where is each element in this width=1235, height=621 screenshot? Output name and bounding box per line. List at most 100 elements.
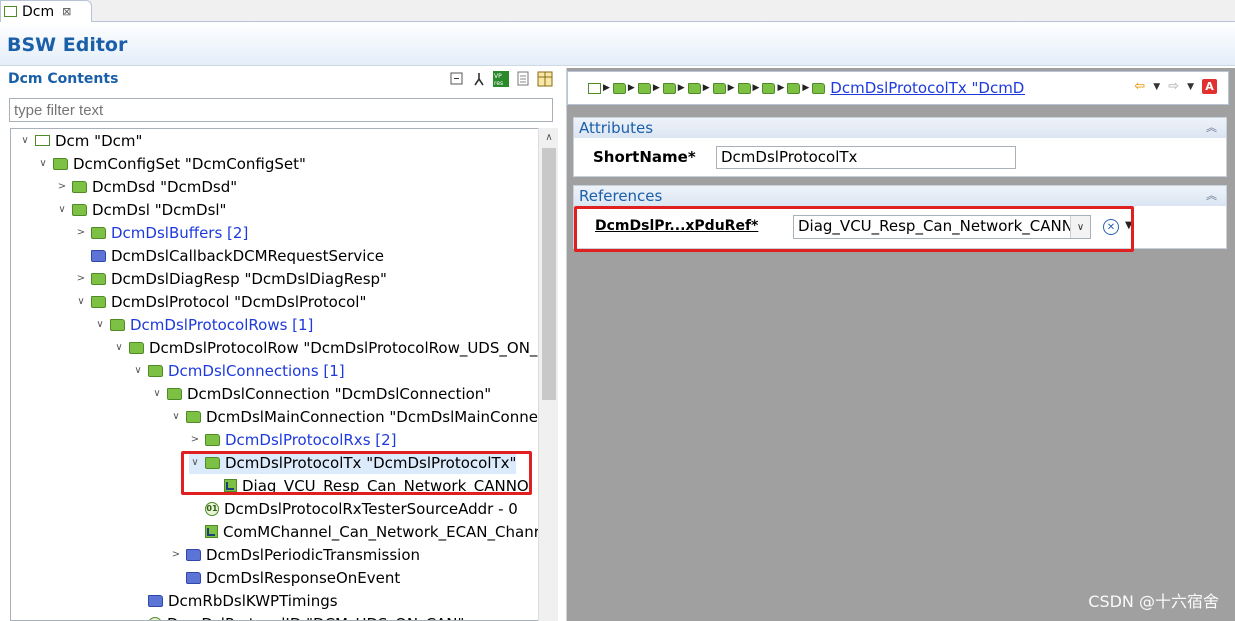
document-icon[interactable] [515,71,531,87]
folder-blue-icon [186,571,201,584]
folder-icon [186,410,201,423]
tree-item[interactable]: > DcmDslPeriodicTransmission [170,543,420,566]
parameter-icon: 01 [205,501,219,516]
tree-item[interactable]: ∨ DcmDsl "DcmDsl" [56,198,226,221]
vp-res-icon[interactable]: VP res [493,71,509,87]
chevron-down-icon[interactable]: ∨ [132,365,144,376]
tree-item-label: DcmDslProtocolID "DCM_UDS_ON_CAN" [167,615,464,621]
tree-item[interactable]: ∨ DcmDslProtocolRows [1] [94,313,313,336]
tree-item[interactable]: ComMChannel_Can_Network_ECAN_Chanr [189,520,540,543]
tree-item[interactable]: DcmRbDslKWPTimings [132,589,338,612]
chevron-down-icon[interactable]: ∨ [75,296,87,307]
attributes-header[interactable]: Attributes ︽ [574,118,1226,138]
tree-item-label: DcmDslResponseOnEvent [206,568,401,587]
chevron-down-icon[interactable]: ∨ [56,204,68,215]
tab-dcm[interactable]: Dcm ⊠ [0,0,92,22]
editor-panel: ▶ ▶ ▶ ▶ ▶ ▶ ▶ ▶ ▶ DcmDslProtocolTx "DcmD… [566,68,1235,621]
breadcrumb-item[interactable]: ▶ [612,82,638,94]
close-icon[interactable]: ⊠ [62,5,71,18]
forward-arrow-icon[interactable]: ⇨ [1168,79,1179,94]
folder-icon [712,82,726,94]
editor-title: BSW Editor [7,34,128,56]
tree-item-label: DcmDslCallbackDCMRequestService [111,246,384,265]
breadcrumb-item[interactable]: ▶ [637,82,663,94]
back-arrow-icon[interactable]: ⇦ [1134,79,1145,94]
chevron-down-icon[interactable]: ∨ [151,388,163,399]
scroll-up-icon[interactable]: ∧ [539,128,559,146]
chevron-right-icon[interactable]: > [75,227,87,238]
references-header[interactable]: References ︽ [574,186,1226,206]
tree-item[interactable]: 01 DcmDslProtocolRxTesterSourceAddr - 0 [189,497,518,520]
chevron-down-icon[interactable]: ∨ [170,411,182,422]
collapse-all-icon[interactable] [449,71,465,87]
tree-item[interactable]: > DcmDslDiagResp "DcmDslDiagResp" [75,267,387,290]
tree-item[interactable]: DcmDslCallbackDCMRequestService [75,244,384,267]
chevron-down-icon[interactable]: ∨ [94,319,106,330]
tree-item[interactable]: ∨ DcmDslMainConnection "DcmDslMainConne [170,405,538,428]
chevron-down-icon[interactable]: ∨ [19,135,31,146]
module-icon [588,82,601,94]
module-icon [4,6,17,17]
folder-icon [72,180,87,193]
folder-icon [91,226,106,239]
chevron-right-icon[interactable]: > [189,434,201,445]
breadcrumb-current-link[interactable]: DcmDslProtocolTx "DcmDs [830,79,1025,97]
breadcrumb-item[interactable]: ▶ [762,82,787,94]
tree-item[interactable]: DcmDslResponseOnEvent [170,566,400,589]
shortname-field[interactable]: DcmDslProtocolTx [716,146,1016,169]
link-icon[interactable] [471,71,487,87]
chevron-right-icon[interactable]: > [170,549,182,560]
tree-item-label: DcmDslProtocolRxs [2] [225,430,397,449]
tree-item-label: DcmDslProtocol "DcmDslProtocol" [111,292,367,311]
folder-icon [72,203,87,216]
collapse-icon[interactable]: ︽ [1206,186,1217,206]
tree-item[interactable]: ∨ DcmConfigSet "DcmConfigSet" [37,152,306,175]
scroll-thumb[interactable] [542,148,556,400]
tree-item[interactable]: ∨ DcmDslConnection "DcmDslConnection" [151,382,491,405]
tree-item[interactable]: > DcmDsd "DcmDsd" [56,175,237,198]
folder-icon [812,82,826,94]
chevron-down-icon[interactable]: ▼ [1153,82,1160,92]
tree-item[interactable]: ∨ DcmDslProtocolRow "DcmDslProtocolRow_UD… [113,336,537,359]
folder-blue-icon [186,548,201,561]
chevron-down-icon[interactable]: ▼ [1187,82,1194,92]
module-icon [35,135,50,146]
watermark: CSDN @十六宿舍 [1088,592,1219,611]
chevron-down-icon[interactable]: ∨ [113,342,125,353]
tree-item[interactable]: > DcmDslBuffers [2] [75,221,249,244]
breadcrumb-item[interactable]: ▶ [712,82,738,94]
breadcrumb-item[interactable]: ▶ [737,82,763,94]
folder-icon [167,387,182,400]
folder-icon [148,364,163,377]
grid-view-icon[interactable] [537,71,553,87]
tree-item[interactable]: ∨ Dcm "Dcm" [19,129,142,152]
breadcrumb-item[interactable]: ▶ [662,82,688,94]
tree-scrollbar[interactable]: ∧ [538,128,558,621]
tree-item-label: DcmDslDiagResp "DcmDslDiagResp" [111,269,387,288]
collapse-icon[interactable]: ︽ [1206,118,1217,138]
panel-toolbar: VP res [449,71,553,87]
breadcrumb-item[interactable]: ▶ [787,82,812,94]
nav-toolbar: ⇦ ▼ ⇨ ▼ A [1134,79,1217,94]
autosar-icon[interactable]: A [1202,79,1217,94]
breadcrumb-item[interactable]: ▶ [588,82,613,94]
tree-filter-input[interactable] [9,98,553,122]
folder-icon [662,82,676,94]
highlight-box-tree [181,451,532,495]
tree-item[interactable]: ∨ DcmDslProtocol "DcmDslProtocol" [75,290,366,313]
tree-item-label: DcmDslProtocolRow "DcmDslProtocolRow_UDS… [149,338,538,357]
breadcrumb-item[interactable]: ▶ [687,82,713,94]
shortname-label: ShortName* [593,148,696,166]
folder-icon [91,272,106,285]
breadcrumb-item[interactable] [812,82,827,94]
chevron-right-icon: ▶ [777,83,785,93]
chevron-right-icon[interactable]: > [75,273,87,284]
tree-item[interactable]: ∨ DcmDslConnections [1] [132,359,344,382]
chevron-right-icon[interactable]: > [56,181,68,192]
breadcrumb: ▶ ▶ ▶ ▶ ▶ ▶ ▶ ▶ ▶ DcmDslProtocolTx "DcmD… [567,71,1229,105]
tree-item[interactable]: > DcmDslProtocolRxs [2] [189,428,397,451]
chevron-down-icon[interactable]: ∨ [37,158,49,169]
tree-item-label: DcmDslMainConnection "DcmDslMainConne [206,407,538,426]
tree-item[interactable]: 01 DcmDslProtocolID "DCM_UDS_ON_CAN" [132,612,464,621]
chevron-right-icon: ▶ [627,83,635,93]
